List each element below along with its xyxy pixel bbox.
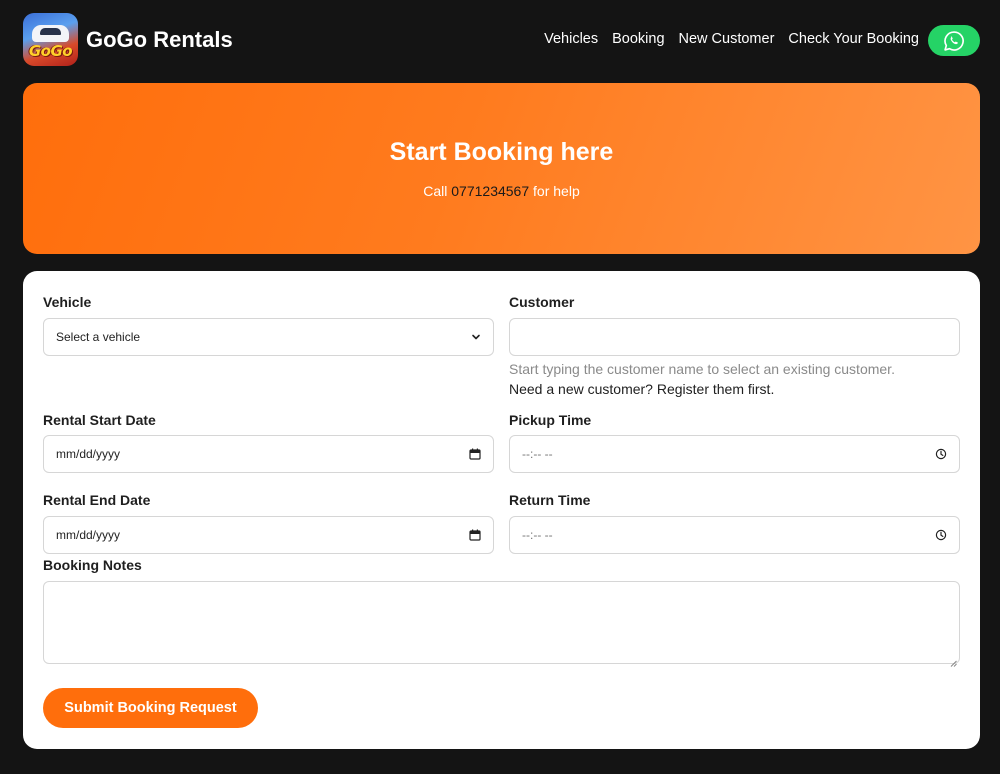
nav-link-new-customer[interactable]: New Customer: [679, 31, 775, 47]
booking-notes-label: Booking Notes: [43, 557, 142, 573]
resize-grip-icon[interactable]: [950, 654, 957, 667]
help-phone-number[interactable]: 0771234567: [451, 183, 529, 199]
brand-logo[interactable]: GoGo: [23, 13, 78, 66]
car-icon: [32, 25, 69, 42]
pickup-time-label: Pickup Time: [509, 412, 592, 428]
pickup-time-input[interactable]: --:-- --: [509, 435, 960, 473]
customer-input[interactable]: [509, 318, 960, 356]
top-navbar: GoGo GoGo Rentals Vehicles Booking New C…: [0, 0, 1000, 80]
rental-start-date-input[interactable]: mm/dd/yyyy: [43, 435, 494, 473]
chevron-down-icon: [471, 332, 481, 342]
vehicle-select[interactable]: Select a vehicle: [43, 318, 494, 356]
clock-icon[interactable]: [935, 448, 947, 460]
rental-start-label: Rental Start Date: [43, 412, 156, 428]
customer-help-text: Start typing the customer name to select…: [509, 361, 895, 377]
rental-end-label: Rental End Date: [43, 492, 151, 508]
call-suffix: for help: [533, 183, 580, 199]
return-time-value: --:-- --: [522, 528, 553, 542]
pickup-time-value: --:-- --: [522, 447, 553, 461]
hero-banner: Start Booking here Call 0771234567 for h…: [23, 83, 980, 254]
rental-end-date-value: mm/dd/yyyy: [56, 528, 121, 542]
booking-notes-textarea[interactable]: [43, 581, 960, 667]
main-nav: Vehicles Booking New Customer Check Your…: [544, 31, 919, 47]
hero-subtitle: Call 0771234567 for help: [23, 183, 980, 199]
nav-link-booking[interactable]: Booking: [612, 31, 664, 47]
rental-end-date-input[interactable]: mm/dd/yyyy: [43, 516, 494, 554]
vehicle-select-value: Select a vehicle: [56, 330, 141, 344]
whatsapp-button[interactable]: [928, 25, 980, 56]
vehicle-label: Vehicle: [43, 294, 92, 310]
booking-form-card: Vehicle Select a vehicle Customer Start …: [23, 271, 980, 749]
return-time-label: Return Time: [509, 492, 591, 508]
logo-text: GoGo: [28, 42, 73, 60]
register-customer-link[interactable]: Need a new customer? Register them first…: [509, 381, 774, 397]
whatsapp-icon: [944, 30, 964, 51]
nav-link-vehicles[interactable]: Vehicles: [544, 31, 598, 47]
customer-label: Customer: [509, 294, 575, 310]
clock-icon[interactable]: [935, 529, 947, 541]
calendar-icon[interactable]: [469, 529, 481, 541]
submit-booking-button[interactable]: Submit Booking Request: [43, 688, 258, 728]
nav-link-check-booking[interactable]: Check Your Booking: [788, 31, 919, 47]
return-time-input[interactable]: --:-- --: [509, 516, 960, 554]
calendar-icon[interactable]: [469, 448, 481, 460]
call-prefix: Call: [423, 183, 448, 199]
rental-start-date-value: mm/dd/yyyy: [56, 447, 121, 461]
brand-name[interactable]: GoGo Rentals: [86, 27, 233, 53]
hero-title: Start Booking here: [389, 138, 614, 166]
